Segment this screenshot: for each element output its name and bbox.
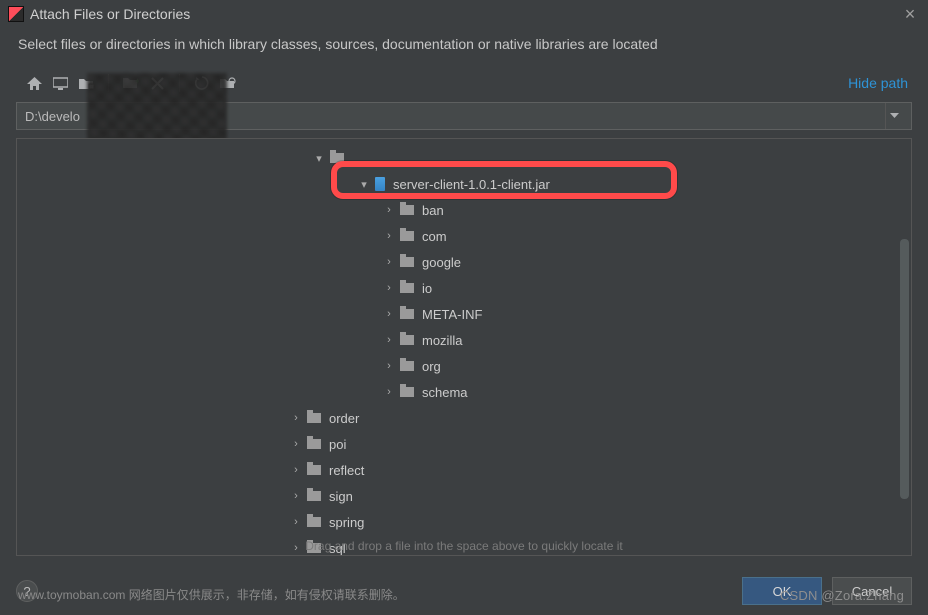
tree-row[interactable]: › google xyxy=(17,249,911,275)
tree-label: sign xyxy=(329,489,353,504)
folder-icon xyxy=(330,153,344,163)
refresh-icon[interactable] xyxy=(194,75,210,91)
tree-row[interactable]: › schema xyxy=(17,379,911,405)
tree-label: spring xyxy=(329,515,364,530)
toolbar-separator xyxy=(108,74,109,92)
home-icon[interactable] xyxy=(26,75,42,91)
folder-icon xyxy=(400,283,414,293)
drag-hint: Drag and drop a file into the space abov… xyxy=(17,539,911,553)
chevron-down-icon[interactable]: ▾ xyxy=(312,152,326,165)
tree-label: mozilla xyxy=(422,333,462,348)
tree-label: ban xyxy=(422,203,444,218)
folder-icon xyxy=(400,205,414,215)
tree-row[interactable]: › ban xyxy=(17,197,911,223)
hide-path-link[interactable]: Hide path xyxy=(848,75,910,91)
chevron-right-icon[interactable]: › xyxy=(289,438,303,450)
tree-label: org xyxy=(422,359,441,374)
folder-icon xyxy=(307,465,321,475)
tree-row[interactable]: › io xyxy=(17,275,911,301)
dialog-footer: ? OK Cancel xyxy=(16,577,912,605)
folder-icon xyxy=(307,491,321,501)
chevron-right-icon[interactable]: › xyxy=(382,386,396,398)
dialog-title: Attach Files or Directories xyxy=(30,6,190,22)
folder-icon xyxy=(307,413,321,423)
chevron-down-icon[interactable]: ▾ xyxy=(357,178,371,191)
help-button[interactable]: ? xyxy=(16,580,38,602)
delete-icon[interactable] xyxy=(149,75,165,91)
dialog-subtitle: Select files or directories in which lib… xyxy=(0,28,928,70)
toolbar: + Hide path xyxy=(0,70,928,98)
tree-row[interactable]: ▾ lib xyxy=(17,145,911,171)
chevron-right-icon[interactable]: › xyxy=(382,308,396,320)
tree-row[interactable]: › spring xyxy=(17,509,911,535)
chevron-right-icon[interactable]: › xyxy=(382,334,396,346)
file-tree[interactable]: ▾ lib ▾ server-client-1.0.1-client.jar ›… xyxy=(16,138,912,556)
tree-row[interactable]: › com xyxy=(17,223,911,249)
tree-row[interactable]: › sign xyxy=(17,483,911,509)
path-text: D:\develo xyxy=(25,109,80,124)
chevron-right-icon[interactable]: › xyxy=(382,256,396,268)
folder-icon xyxy=(400,361,414,371)
tree-row[interactable]: › META-INF xyxy=(17,301,911,327)
tree-row-jar[interactable]: ▾ server-client-1.0.1-client.jar xyxy=(17,171,911,197)
tree-row[interactable]: › mozilla xyxy=(17,327,911,353)
chevron-right-icon[interactable]: › xyxy=(289,412,303,424)
tree-label: META-INF xyxy=(422,307,482,322)
tree-label: schema xyxy=(422,385,468,400)
desktop-icon[interactable] xyxy=(52,75,68,91)
tree-row[interactable]: › order xyxy=(17,405,911,431)
chevron-right-icon[interactable]: › xyxy=(382,360,396,372)
svg-text:+: + xyxy=(135,76,139,86)
chevron-right-icon[interactable]: › xyxy=(382,282,396,294)
chevron-right-icon[interactable]: › xyxy=(289,490,303,502)
tree-label: google xyxy=(422,255,461,270)
chevron-right-icon[interactable]: › xyxy=(289,464,303,476)
toolbar-separator xyxy=(179,74,180,92)
ok-button[interactable]: OK xyxy=(742,577,822,605)
tree-label: reflect xyxy=(329,463,364,478)
tree-label: com xyxy=(422,229,447,244)
chevron-right-icon[interactable]: › xyxy=(382,230,396,242)
tree-label: poi xyxy=(329,437,346,452)
folder-icon xyxy=(400,335,414,345)
tree-row[interactable]: › poi xyxy=(17,431,911,457)
path-dropdown-button[interactable] xyxy=(885,103,903,129)
tree-label: io xyxy=(422,281,432,296)
close-icon[interactable]: × xyxy=(900,4,920,24)
path-input[interactable]: D:\develo xyxy=(16,102,912,130)
chevron-right-icon[interactable]: › xyxy=(382,204,396,216)
show-hidden-icon[interactable] xyxy=(220,75,236,91)
tree-row[interactable]: › org xyxy=(17,353,911,379)
folder-icon xyxy=(307,517,321,527)
app-icon xyxy=(8,6,24,22)
jar-icon xyxy=(375,177,385,191)
cancel-button[interactable]: Cancel xyxy=(832,577,912,605)
tree-label: server-client-1.0.1-client.jar xyxy=(393,177,550,192)
chevron-right-icon[interactable]: › xyxy=(289,516,303,528)
folder-icon xyxy=(400,231,414,241)
project-folder-icon[interactable] xyxy=(78,75,94,91)
titlebar: Attach Files or Directories × xyxy=(0,0,928,28)
new-folder-icon[interactable]: + xyxy=(123,75,139,91)
folder-icon xyxy=(400,257,414,267)
tree-label: order xyxy=(329,411,359,426)
scrollbar[interactable] xyxy=(900,239,909,499)
folder-icon xyxy=(400,387,414,397)
folder-icon xyxy=(307,439,321,449)
folder-icon xyxy=(400,309,414,319)
tree-row[interactable]: › reflect xyxy=(17,457,911,483)
